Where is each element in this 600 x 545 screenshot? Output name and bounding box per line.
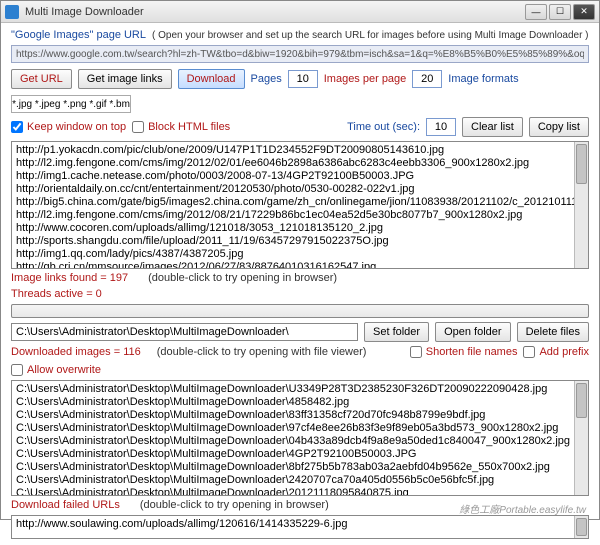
list-item[interactable]: http://gb.cri.cn/mmsource/images/2012/06… bbox=[16, 261, 584, 269]
block-html-checkbox[interactable]: Block HTML files bbox=[132, 121, 230, 133]
failed-hint: (double-click to try opening in browser) bbox=[140, 499, 329, 511]
list-item[interactable]: C:\Users\Administrator\Desktop\MultiImag… bbox=[16, 422, 584, 435]
timeout-input[interactable] bbox=[426, 118, 456, 136]
list-item[interactable]: http://big5.china.com/gate/big5/images2.… bbox=[16, 196, 584, 209]
pages-label: Pages bbox=[251, 73, 282, 85]
list-item[interactable]: http://img1.qq.com/lady/pics/4387/438720… bbox=[16, 248, 584, 261]
images-per-page-input[interactable] bbox=[412, 70, 442, 88]
links-found-label: Image links found = 197 bbox=[11, 272, 128, 284]
get-url-button[interactable]: Get URL bbox=[11, 69, 72, 89]
list-item[interactable]: C:\Users\Administrator\Desktop\MultiImag… bbox=[16, 487, 584, 496]
list-item[interactable]: C:\Users\Administrator\Desktop\MultiImag… bbox=[16, 448, 584, 461]
footer-credit: 綠色工廠Portable.easylife.tw bbox=[459, 501, 586, 516]
list-item[interactable]: C:\Users\Administrator\Desktop\MultiImag… bbox=[16, 435, 584, 448]
allow-overwrite-checkbox[interactable]: Allow overwrite bbox=[11, 364, 101, 376]
minimize-button[interactable]: — bbox=[525, 4, 547, 20]
add-prefix-checkbox[interactable]: Add prefix bbox=[523, 346, 589, 358]
images-per-page-label: Images per page bbox=[324, 73, 407, 85]
progress-bar bbox=[11, 304, 589, 318]
get-links-button[interactable]: Get image links bbox=[78, 69, 172, 89]
clear-list-button[interactable]: Clear list bbox=[462, 117, 523, 137]
timeout-label: Time out (sec): bbox=[347, 121, 420, 133]
delete-files-button[interactable]: Delete files bbox=[517, 322, 589, 342]
scrollbar[interactable] bbox=[574, 142, 588, 268]
close-button[interactable]: ✕ bbox=[573, 4, 595, 20]
titlebar: Multi Image Downloader — ☐ ✕ bbox=[1, 1, 599, 23]
copy-list-button[interactable]: Copy list bbox=[529, 117, 589, 137]
image-formats-input[interactable] bbox=[11, 95, 131, 113]
downloaded-hint: (double-click to try opening with file v… bbox=[157, 346, 367, 358]
app-icon bbox=[5, 5, 19, 19]
image-formats-label: Image formats bbox=[448, 73, 518, 85]
list-item[interactable]: C:\Users\Administrator\Desktop\MultiImag… bbox=[16, 474, 584, 487]
list-item[interactable]: C:\Users\Administrator\Desktop\MultiImag… bbox=[16, 461, 584, 474]
list-item[interactable]: http://p1.yokacdn.com/pic/club/one/2009/… bbox=[16, 144, 584, 157]
list-item[interactable]: http://l2.img.fengone.com/cms/img/2012/0… bbox=[16, 209, 584, 222]
shorten-checkbox[interactable]: Shorten file names bbox=[410, 346, 518, 358]
list-item[interactable]: C:\Users\Administrator\Desktop\MultiImag… bbox=[16, 383, 584, 396]
download-button[interactable]: Download bbox=[178, 69, 245, 89]
list-item[interactable]: http://l2.img.fengone.com/cms/img/2012/0… bbox=[16, 157, 584, 170]
list-item[interactable]: C:\Users\Administrator\Desktop\MultiImag… bbox=[16, 396, 584, 409]
list-item[interactable]: http://www.cocoren.com/uploads/allimg/12… bbox=[16, 222, 584, 235]
list-item[interactable]: C:\Users\Administrator\Desktop\MultiImag… bbox=[16, 409, 584, 422]
scrollbar[interactable] bbox=[574, 381, 588, 495]
window-title: Multi Image Downloader bbox=[25, 6, 525, 18]
page-url-label: "Google Images" page URL bbox=[11, 29, 146, 41]
scrollbar[interactable] bbox=[574, 516, 588, 538]
keep-on-top-checkbox[interactable]: Keep window on top bbox=[11, 121, 126, 133]
page-url-input[interactable] bbox=[11, 45, 589, 63]
threads-label: Threads active = 0 bbox=[11, 288, 102, 300]
downloaded-label: Downloaded images = 116 bbox=[11, 346, 141, 358]
maximize-button[interactable]: ☐ bbox=[549, 4, 571, 20]
image-links-list[interactable]: http://p1.yokacdn.com/pic/club/one/2009/… bbox=[11, 141, 589, 269]
list-item[interactable]: http://sports.shangdu.com/file/upload/20… bbox=[16, 235, 584, 248]
pages-input[interactable] bbox=[288, 70, 318, 88]
folder-path-input[interactable] bbox=[11, 323, 358, 341]
set-folder-button[interactable]: Set folder bbox=[364, 322, 429, 342]
list-item[interactable]: http://img1.cache.netease.com/photo/0003… bbox=[16, 170, 584, 183]
links-found-hint: (double-click to try opening in browser) bbox=[148, 272, 337, 284]
open-folder-button[interactable]: Open folder bbox=[435, 322, 510, 342]
failed-label: Download failed URLs bbox=[11, 499, 120, 511]
list-item[interactable]: http://orientaldaily.on.cc/cnt/entertain… bbox=[16, 183, 584, 196]
failed-list[interactable]: http://www.soulawing.com/uploads/allimg/… bbox=[11, 515, 589, 539]
downloaded-list[interactable]: C:\Users\Administrator\Desktop\MultiImag… bbox=[11, 380, 589, 496]
page-url-hint: ( Open your browser and set up the searc… bbox=[152, 30, 589, 41]
